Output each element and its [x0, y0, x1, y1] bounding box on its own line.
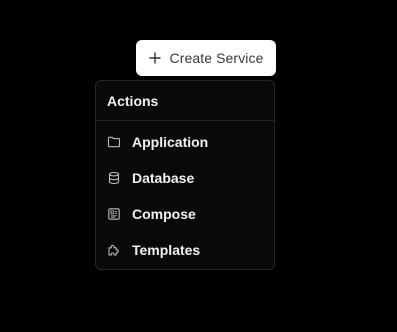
create-service-label: Create Service — [169, 50, 264, 66]
menu-item-templates[interactable]: Templates — [96, 232, 274, 268]
plus-icon — [148, 52, 161, 64]
menu-item-label: Compose — [132, 206, 196, 222]
create-service-button[interactable]: Create Service — [136, 40, 276, 76]
puzzle-icon — [107, 243, 121, 257]
compose-icon — [107, 207, 121, 221]
menu-item-compose[interactable]: Compose — [96, 196, 274, 232]
page: Create Service Actions Application Datab… — [0, 0, 397, 332]
menu-item-label: Application — [132, 134, 209, 150]
folder-icon — [107, 135, 121, 149]
menu-item-label: Templates — [132, 242, 201, 258]
menu-item-database[interactable]: Database — [96, 160, 274, 196]
actions-dropdown-menu: Actions Application Database Compose Tem… — [95, 80, 275, 270]
menu-header-label: Actions — [107, 92, 159, 109]
menu-item-application[interactable]: Application — [96, 124, 274, 160]
database-icon — [107, 171, 121, 185]
menu-list: Application Database Compose Templates — [96, 121, 274, 268]
menu-item-label: Database — [132, 170, 195, 186]
menu-header: Actions — [96, 81, 274, 121]
